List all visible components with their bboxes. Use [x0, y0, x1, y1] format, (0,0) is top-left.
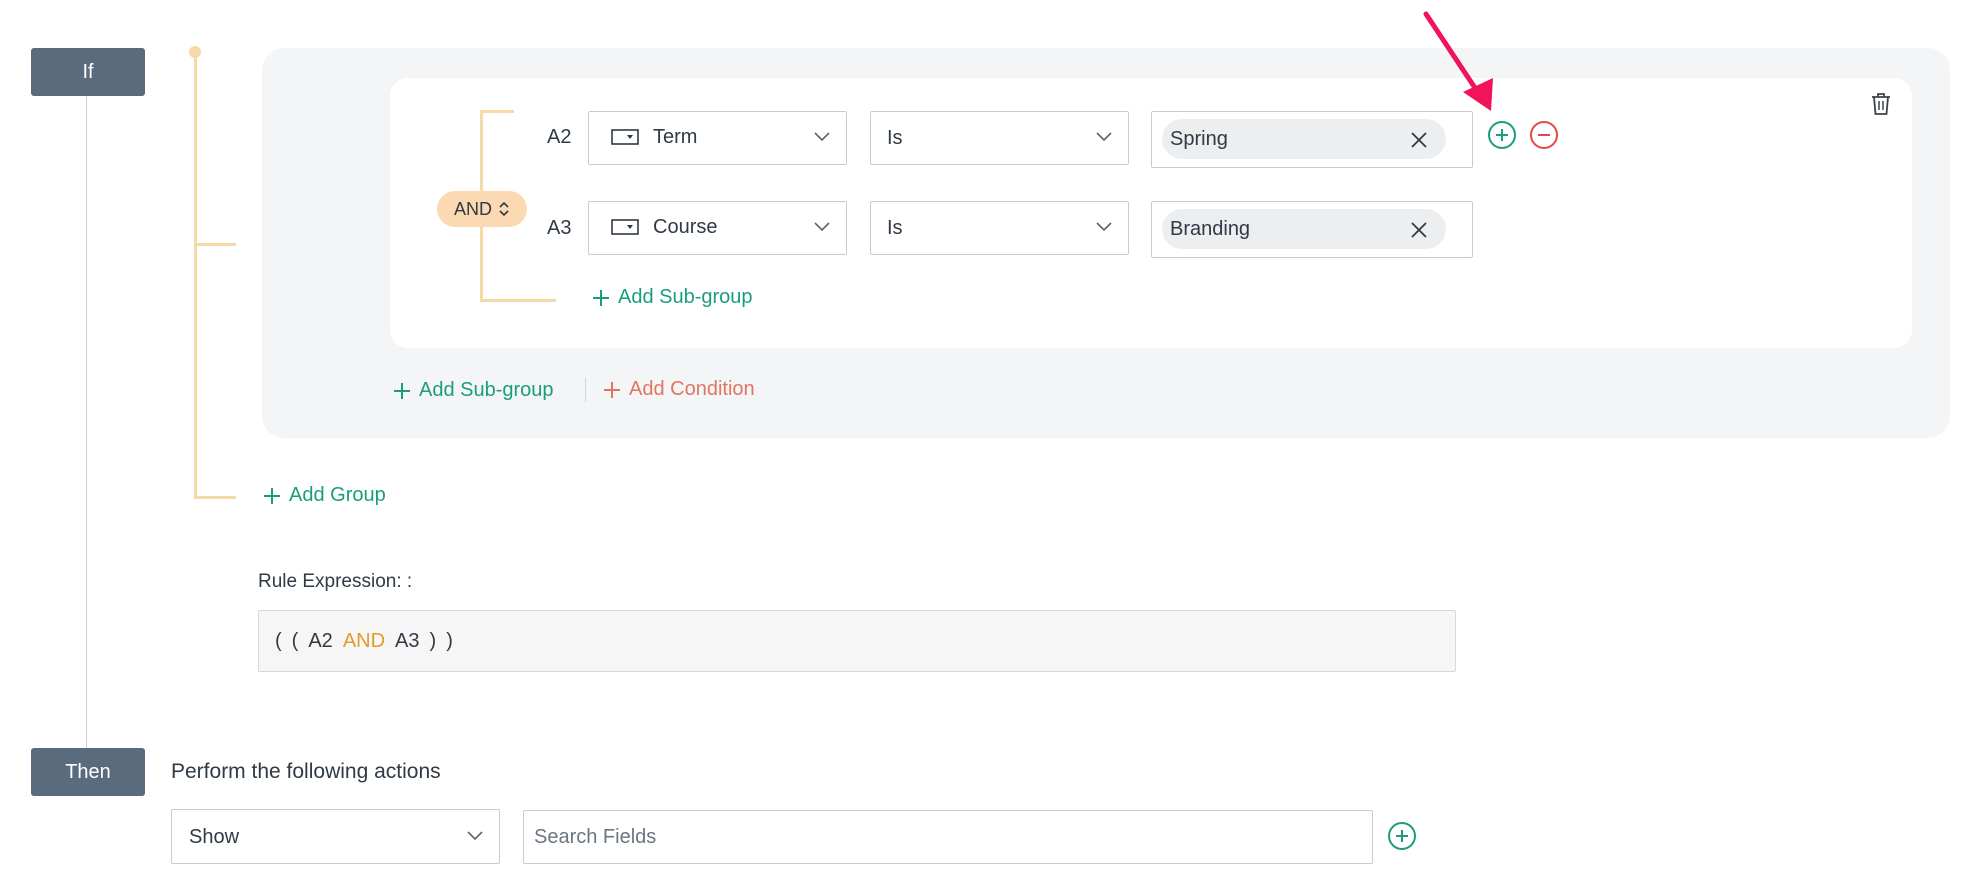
- subgroup-connector-bottom: [480, 299, 556, 302]
- trash-icon[interactable]: [1870, 92, 1892, 116]
- dropdown-field-icon: [611, 219, 639, 235]
- group-connector-line: [194, 54, 197, 498]
- close-icon[interactable]: [1410, 131, 1428, 149]
- then-badge: Then: [31, 748, 145, 796]
- action-select[interactable]: Show: [171, 809, 500, 864]
- chevron-up-down-icon: [499, 201, 509, 217]
- search-fields-input[interactable]: [523, 810, 1373, 864]
- chevron-down-icon: [814, 132, 830, 142]
- chevron-down-icon: [814, 222, 830, 232]
- add-group-link[interactable]: Add Group: [263, 484, 386, 507]
- rule-expression-box: ( ( A2 AND A3 ) ): [258, 610, 1456, 672]
- rule-expression-label: Rule Expression: :: [258, 571, 413, 592]
- field-select-a3[interactable]: Course: [588, 201, 847, 255]
- inner-add-subgroup-label: Add Sub-group: [618, 286, 753, 308]
- remove-condition-button[interactable]: [1530, 121, 1558, 149]
- operator-select-a3[interactable]: Is: [870, 201, 1129, 255]
- add-subgroup-label: Add Sub-group: [419, 379, 554, 401]
- operator-select-a2-value: Is: [887, 127, 903, 149]
- value-field-a3[interactable]: Branding: [1151, 201, 1473, 258]
- plus-icon: [1496, 129, 1508, 141]
- expr-operand: A3: [395, 629, 420, 652]
- value-chip: Spring: [1162, 119, 1446, 159]
- close-icon[interactable]: [1410, 221, 1428, 239]
- field-select-a3-value: Course: [653, 216, 718, 238]
- plus-icon: [1396, 830, 1408, 842]
- and-operator-label: AND: [453, 198, 492, 219]
- expr-paren: ): [446, 629, 453, 652]
- chevron-down-icon: [1096, 222, 1112, 232]
- value-chip: Branding: [1162, 209, 1446, 249]
- annotation-arrow-icon: [1423, 11, 1493, 111]
- field-select-a2-value: Term: [653, 126, 698, 148]
- minus-icon: [1538, 134, 1550, 136]
- add-condition-label: Add Condition: [629, 378, 755, 400]
- operator-select-a3-value: Is: [887, 217, 903, 239]
- add-condition-plus-button[interactable]: [1488, 121, 1516, 149]
- expr-paren: (: [275, 629, 282, 652]
- operator-select-a2[interactable]: Is: [870, 111, 1129, 165]
- plus-icon: [394, 382, 410, 399]
- plus-icon: [264, 487, 280, 504]
- chevron-down-icon: [1096, 132, 1112, 142]
- expr-paren: ): [429, 629, 437, 652]
- expr-operator: AND: [342, 629, 386, 652]
- plus-icon: [593, 289, 609, 306]
- add-condition-link[interactable]: Add Condition: [603, 378, 755, 401]
- expr-operand: A2: [308, 629, 333, 652]
- group-connector-branch: [194, 243, 236, 246]
- rule-timeline-line: [86, 96, 87, 750]
- and-operator-toggle[interactable]: AND: [437, 191, 527, 227]
- plus-icon: [604, 381, 620, 398]
- dropdown-field-icon: [611, 129, 639, 145]
- value-chip-label: Spring: [1170, 127, 1228, 150]
- value-chip-label: Branding: [1170, 217, 1251, 240]
- add-action-button[interactable]: [1388, 822, 1416, 850]
- if-badge: If: [31, 48, 145, 96]
- actions-title: Perform the following actions: [171, 760, 441, 783]
- link-divider: [585, 378, 586, 402]
- expr-paren: (: [291, 629, 299, 652]
- group-connector-end: [194, 496, 236, 499]
- subgroup-connector-top: [480, 110, 514, 113]
- inner-add-subgroup-link[interactable]: Add Sub-group: [592, 286, 753, 309]
- action-select-value: Show: [189, 826, 240, 848]
- field-select-a2[interactable]: Term: [588, 111, 847, 165]
- add-group-label: Add Group: [289, 484, 386, 506]
- value-field-a2[interactable]: Spring: [1151, 111, 1473, 168]
- condition-id-a3: A3: [547, 217, 572, 239]
- chevron-down-icon: [467, 830, 483, 840]
- condition-id-a2: A2: [547, 126, 572, 148]
- add-subgroup-link[interactable]: Add Sub-group: [393, 379, 554, 402]
